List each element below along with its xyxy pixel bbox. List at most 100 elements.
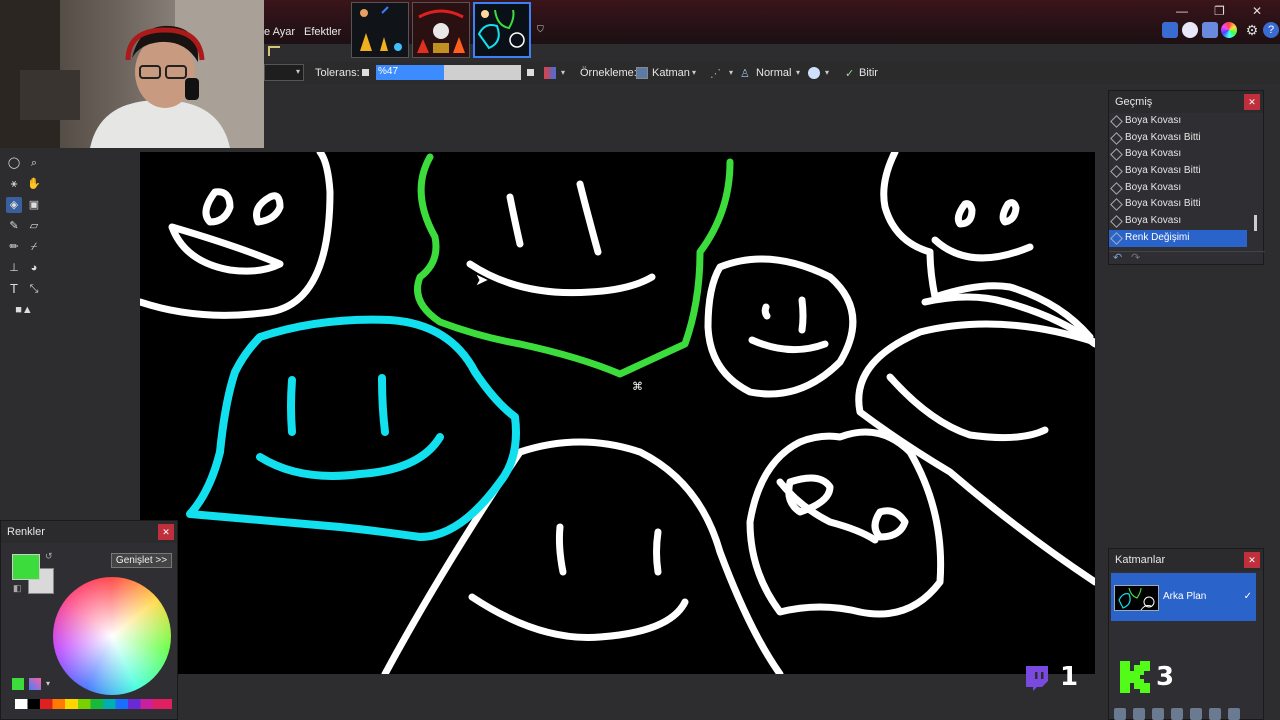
layers-close-icon[interactable]: ✕ [1244,552,1260,568]
tabs-dropdown-icon[interactable]: ⛉ [537,24,544,35]
layer-visibility-check-icon[interactable]: ✓ [1244,591,1252,602]
pan-hand-icon[interactable]: ✋ [26,176,42,192]
eraser-icon[interactable]: ▱ [26,218,42,234]
colors-icon[interactable] [1221,22,1237,38]
layer-name: Arka Plan [1163,591,1207,602]
gear-icon[interactable]: ⚙ [1244,22,1260,38]
history-item-label: Boya Kovası [1125,115,1182,126]
zoom-icon[interactable]: ⌕ [26,155,42,171]
help-icon[interactable]: ? [1263,22,1279,38]
kick-viewer-count: 3 [1156,662,1175,692]
add-layer-icon[interactable] [1114,708,1126,720]
tolerance-increase-icon[interactable] [527,69,534,76]
ellipse-select-icon[interactable]: ◯ [6,155,22,171]
paint-bucket-history-icon [1110,231,1123,245]
history-item-label: Boya Kovası [1125,215,1182,227]
fill-mode-icon[interactable] [544,67,556,79]
pencil-icon[interactable]: ✏ [6,239,22,255]
minimize-icon[interactable]: — [1176,4,1188,18]
colors-panel: Renkler ✕ ↺ ◧ Genişlet >> ▾ [0,520,178,720]
sampling-label: Örnekleme: [580,67,637,79]
fill-mode-caret-icon[interactable]: ▾ [561,68,565,77]
layers-panel: Katmanlar ✕ Arka Plan ✓ [1108,548,1264,720]
history-item[interactable]: Boya Kovası [1109,113,1247,130]
reset-colors-icon[interactable]: ◧ [13,583,22,594]
redo-icon[interactable]: ↷ [1131,251,1140,264]
restore-icon[interactable]: ❐ [1214,4,1225,18]
history-icon[interactable] [1182,22,1198,38]
layer-properties-icon[interactable] [1228,708,1240,720]
history-item-label: Boya Kovası Bitti [1125,131,1201,143]
palette-caret-icon[interactable]: ▾ [46,679,50,688]
image-tab-3-active[interactable] [473,2,531,58]
alpha-icon[interactable] [808,67,820,79]
color-wheel[interactable] [53,577,171,695]
layers-panel-header: Katmanlar ✕ [1109,549,1263,571]
gradient-icon[interactable]: ▣ [26,197,42,213]
paint-bucket-history-icon [1110,165,1123,178]
twitch-viewer-count: 1 [1060,662,1079,692]
history-item[interactable]: Boya Kovası [1109,213,1247,230]
blend-mode-caret-icon[interactable]: ▾ [796,68,800,77]
checkmark-icon: ✓ [845,68,855,80]
sampling-value[interactable]: Katman [652,67,690,79]
undo-icon[interactable]: ↶ [1113,251,1122,264]
clone-stamp-icon[interactable]: ⊥ [6,260,22,276]
kick-logo-icon [1120,661,1150,693]
move-layer-up-icon[interactable] [1190,708,1202,720]
colors-close-icon[interactable]: ✕ [158,524,174,540]
drawing-canvas[interactable]: ➤ ⌘ [140,152,1095,674]
line-curve-icon[interactable]: ⤡ [26,281,42,297]
merge-layer-icon[interactable] [1171,708,1183,720]
palette-menu-icon[interactable] [29,678,41,690]
history-item[interactable]: Boya Kovası Bitti [1109,163,1247,180]
antialias-icon[interactable]: ⋰ [710,67,721,80]
recolor-icon[interactable]: ◕ [26,260,42,276]
move-layer-down-icon[interactable] [1209,708,1221,720]
flood-mode-select[interactable]: ▾ [264,64,304,81]
delete-layer-icon[interactable] [1133,708,1145,720]
sampling-caret-icon[interactable]: ▾ [692,68,696,77]
history-item[interactable]: Boya Kovası Bitti [1109,130,1247,147]
history-item[interactable]: Boya Kovası [1109,146,1247,163]
paint-bucket-icon[interactable]: ◈ [6,197,22,213]
layer-sampling-icon [636,67,648,79]
image-tab-1[interactable] [351,2,409,58]
paint-bucket-history-icon [1110,215,1123,228]
layers-icon[interactable] [1202,22,1218,38]
history-item-label: Boya Kovası [1125,181,1182,193]
magic-wand-icon[interactable]: ⚹ [6,176,22,192]
tolerance-value: %47 [378,66,399,77]
tools-icon[interactable] [1162,22,1178,38]
tolerance-label: Tolerans: [315,67,360,79]
tolerance-decrease-icon[interactable] [362,69,369,76]
history-item[interactable]: Boya Kovası [1109,180,1247,197]
palette-primary-icon[interactable] [12,678,24,690]
primary-color-swatch[interactable] [12,554,40,580]
blend-mode-value[interactable]: Normal [756,67,791,79]
image-tab-2[interactable] [412,2,470,58]
menu-effects[interactable]: Efektler [304,26,341,38]
finish-button[interactable]: Bitir [859,67,878,79]
close-window-icon[interactable]: ✕ [1252,4,1262,18]
shapes-icon[interactable]: ■▲ [10,302,38,318]
cursor-pointer-icon: ➤ [475,272,489,289]
menu-adjustments[interactable]: e Ayar [264,26,295,38]
alpha-caret-icon[interactable]: ▾ [825,68,829,77]
tolerance-slider[interactable]: %47 [376,65,521,80]
color-picker-icon[interactable]: ⌿ [26,239,42,255]
history-item[interactable]: Boya Kovası Bitti [1109,196,1247,213]
history-close-icon[interactable]: ✕ [1244,94,1260,110]
history-scrollbar[interactable] [1254,215,1257,231]
swap-colors-icon[interactable]: ↺ [45,551,53,562]
layer-row[interactable]: Arka Plan ✓ [1111,573,1256,621]
antialias-caret-icon[interactable]: ▾ [729,68,733,77]
expand-button[interactable]: Genişlet >> [111,553,172,568]
paintbrush-icon[interactable]: ✎ [6,218,22,234]
duplicate-layer-icon[interactable] [1152,708,1164,720]
text-icon[interactable]: T [6,281,22,297]
color-palette-strip[interactable] [15,699,172,709]
paint-bucket-history-icon [1110,115,1123,128]
bucket-cursor-icon: ⌘ [632,381,643,393]
history-item[interactable]: Renk Değişimi [1109,229,1247,247]
